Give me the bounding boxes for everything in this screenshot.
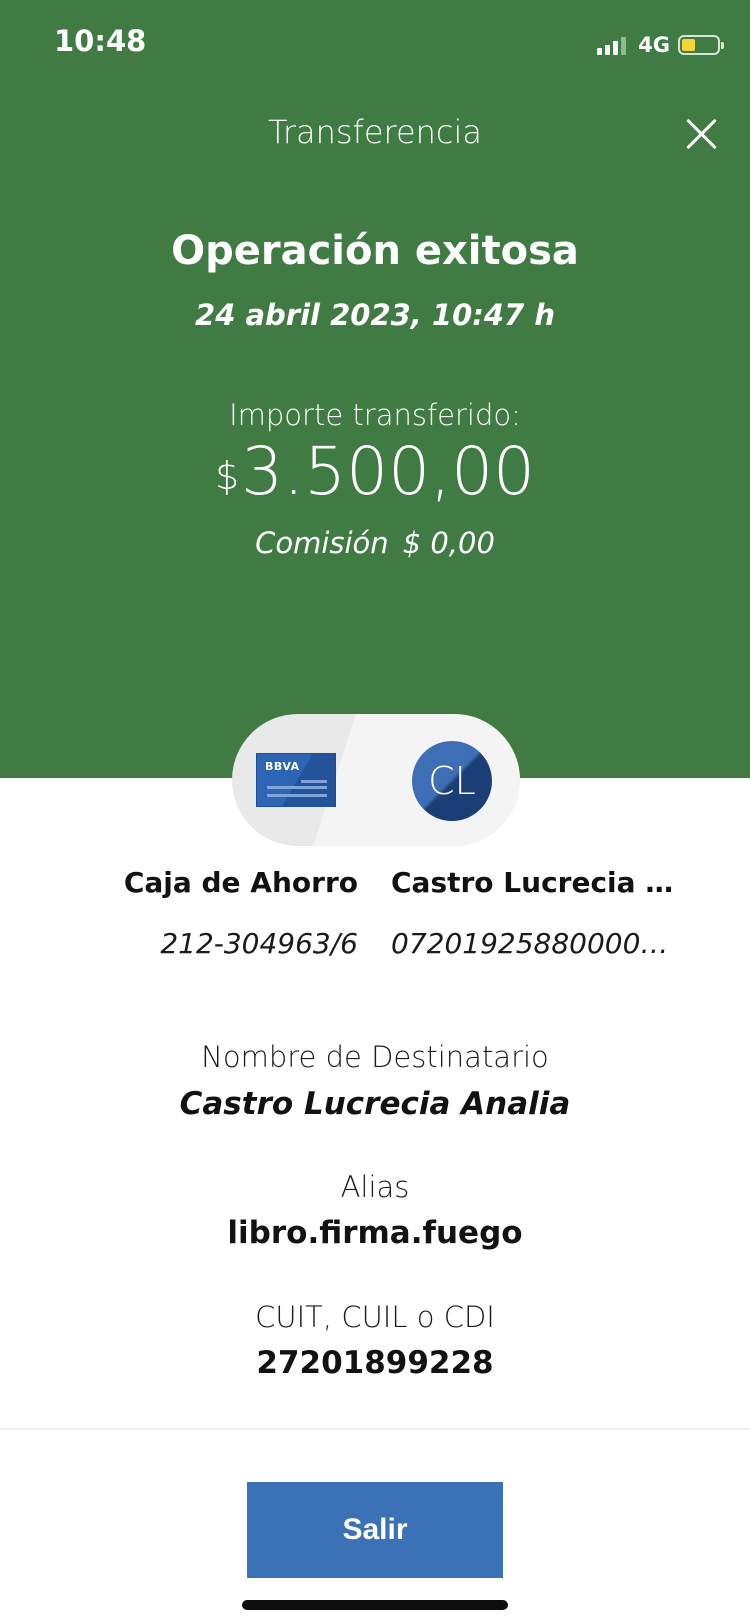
origin-account-name: Caja de Ahorro [123, 866, 358, 899]
cuit-label: CUIT, CUIL o CDI [255, 1300, 495, 1334]
destination-account: Castro Lucrecia A... 072019258800003... [391, 866, 681, 960]
commission: Comisión $ 0,00 [0, 526, 750, 560]
network-type: 4G [638, 33, 670, 57]
currency-symbol: $ [214, 454, 240, 498]
screen-title: Transferencia [267, 113, 483, 151]
bank-card-icon: BBVA [256, 753, 336, 807]
recipient-name-label: Nombre de Destinatario [201, 1040, 549, 1074]
alias-value: libro.firma.fuego [227, 1215, 523, 1251]
battery-icon [678, 35, 724, 55]
commission-value: $ 0,00 [402, 526, 495, 560]
commission-label: Comisión [255, 526, 389, 560]
destination-account-number: 072019258800003... [391, 927, 681, 960]
footer-divider [0, 1428, 750, 1430]
close-icon[interactable] [684, 116, 720, 152]
amount-value: 3.500,00 [241, 433, 536, 510]
origin-account: Caja de Ahorro 212-304963/6 [118, 866, 358, 960]
transfer-pill: BBVA CL [232, 714, 520, 846]
status-time: 10:48 [54, 24, 147, 58]
bank-logo: BBVA [265, 760, 300, 773]
signal-icon [597, 35, 627, 55]
home-indicator [242, 1600, 508, 1610]
amount-label: Importe transferido: [229, 398, 521, 432]
status-indicators: 4G [597, 30, 724, 60]
recipient-name-value: Castro Lucrecia Analia [179, 1086, 571, 1122]
amount: $3.500,00 [0, 432, 750, 512]
alias-label: Alias [340, 1170, 410, 1204]
origin-account-number: 212-304963/6 [160, 927, 358, 960]
cuit-value: 27201899228 [256, 1345, 494, 1381]
operation-title: Operación exitosa [171, 228, 579, 274]
avatar: CL [412, 741, 492, 821]
operation-date: 24 abril 2023, 10:47 h [195, 298, 555, 332]
destination-name: Castro Lucrecia A... [391, 866, 681, 899]
exit-button[interactable]: Salir [247, 1482, 503, 1578]
